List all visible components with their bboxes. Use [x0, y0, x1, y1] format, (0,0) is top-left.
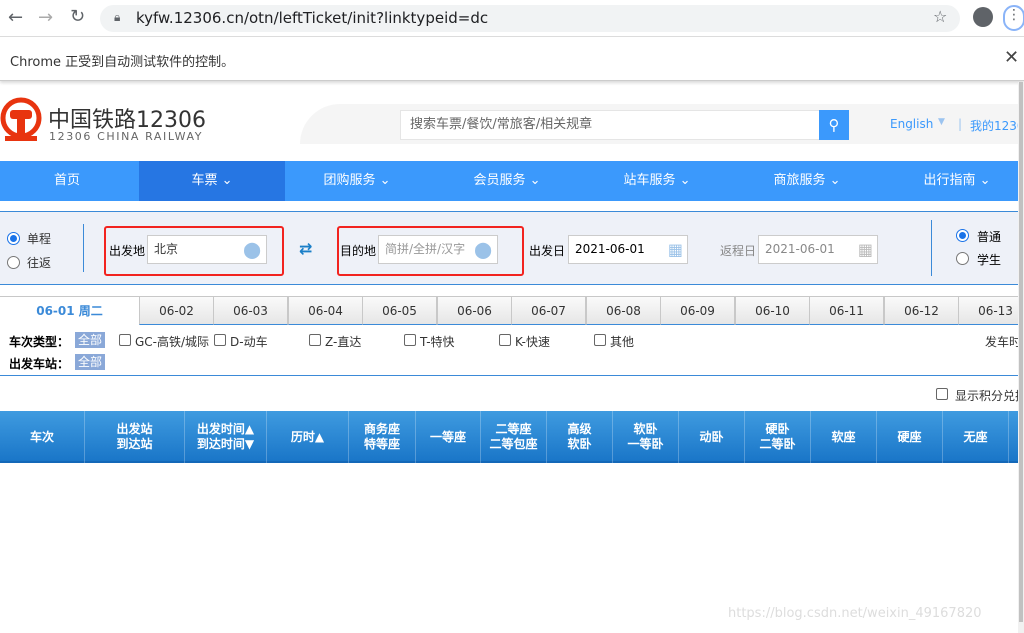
date-tab[interactable]: 06-01 周二 — [0, 296, 139, 325]
type-label-gc: GC-高铁/城际 — [135, 335, 210, 349]
forward-icon[interactable]: → — [38, 7, 53, 28]
results-table-header: 车次 出发站 到达站 出发时间▲ 到达时间▼ 历时▲ 商务座 特等座 一等座 二等座二… — [0, 411, 1024, 463]
type-label-k: K-快速 — [515, 335, 550, 349]
browser-toolbar: ← → ↻ 🔒︎ kyfw.12306.cn/otn/leftTicket/in… — [0, 0, 1024, 37]
col-duration[interactable]: 历时▲ — [267, 411, 349, 463]
col-first: 一等座 — [416, 411, 481, 463]
from-label: 出发地 — [109, 244, 146, 258]
type-label-z: Z-直达 — [325, 335, 362, 349]
automation-infobar: Chrome 正受到自动测试软件的控制。 ✕ — [0, 37, 1024, 81]
col-hard-seat: 硬座 — [877, 411, 943, 463]
swap-icon[interactable]: ⇄ — [299, 239, 312, 258]
lock-icon[interactable]: 🔒︎ — [114, 10, 120, 25]
search-button[interactable]: ⚲ — [819, 110, 849, 140]
type-checkbox[interactable] — [119, 334, 131, 346]
nav-station[interactable]: 站车服务 ⌄ — [584, 161, 730, 201]
date-tab[interactable]: 06-07 — [511, 296, 586, 325]
col-second: 二等座 二等包座 — [481, 411, 547, 463]
search-form: 单程 往返 出发地 北京 ⬤ ⇄ 目的地 简拼/全拼/汉字 ⬤ 出发日 2021-0… — [0, 211, 1024, 285]
logo-en: 12306 CHINA RAILWAY — [49, 130, 204, 143]
location-pin-icon: ⬤ — [474, 240, 492, 259]
show-points-label: 显示积分兑换 — [955, 389, 1024, 403]
col-emu-sleeper: 动卧 — [679, 411, 745, 463]
return-label: 返程日 — [720, 244, 757, 258]
to-label: 目的地 — [340, 244, 377, 258]
search-icon: ⚲ — [828, 116, 840, 134]
back-icon[interactable]: ← — [8, 7, 23, 28]
nav-tickets[interactable]: 车票 ⌄ — [139, 161, 285, 201]
site-search-input[interactable]: 搜索车票/餐饮/常旅客/相关规章 — [400, 110, 820, 140]
type-checkbox[interactable] — [499, 334, 511, 346]
separator: | — [958, 117, 963, 131]
oneway-label: 单程 — [27, 232, 52, 246]
col-train[interactable]: 车次 — [0, 411, 85, 463]
col-soft-seat: 软座 — [811, 411, 877, 463]
col-times[interactable]: 出发时间▲ 到达时间▼ — [185, 411, 267, 463]
nav-business[interactable]: 商旅服务 ⌄ — [734, 161, 880, 201]
profile-avatar[interactable] — [973, 7, 993, 27]
student-label: 学生 — [977, 253, 1002, 267]
type-checkbox[interactable] — [214, 334, 226, 346]
date-tab[interactable]: 06-11 — [809, 296, 884, 325]
date-tab[interactable]: 06-12 — [884, 296, 959, 325]
col-deluxe-sleeper: 高级 软卧 — [547, 411, 613, 463]
my12306-link[interactable]: 我的12306 — [970, 117, 1024, 134]
student-radio[interactable] — [956, 252, 969, 265]
date-tab[interactable]: 06-10 — [735, 296, 810, 325]
normal-radio[interactable] — [956, 229, 969, 242]
show-points-checkbox[interactable] — [936, 388, 948, 400]
type-checkbox[interactable] — [404, 334, 416, 346]
normal-label: 普通 — [977, 230, 1002, 244]
date-input[interactable]: 2021-06-01 ▦ — [568, 235, 688, 264]
close-icon[interactable]: ✕ — [1004, 47, 1019, 68]
station-label: 出发车站： — [9, 357, 70, 371]
type-label-d: D-动车 — [230, 335, 268, 349]
caret-down-icon: ▼ — [938, 117, 945, 127]
from-input[interactable]: 北京 ⬤ — [147, 235, 267, 264]
language-link[interactable]: English — [890, 117, 933, 131]
date-tab[interactable]: 06-08 — [586, 296, 661, 325]
date-tab[interactable]: 06-13 — [958, 296, 1024, 325]
date-tab[interactable]: 06-09 — [660, 296, 735, 325]
star-icon[interactable]: ☆ — [933, 7, 947, 26]
oneway-radio[interactable] — [7, 232, 20, 245]
url-text[interactable]: kyfw.12306.cn/otn/leftTicket/init?linkty… — [136, 9, 488, 27]
nav-member[interactable]: 会员服务 ⌄ — [434, 161, 580, 201]
date-tab[interactable]: 06-04 — [288, 296, 363, 325]
infobar-text: Chrome 正受到自动测试软件的控制。 — [10, 55, 235, 70]
roundtrip-radio[interactable] — [7, 256, 20, 269]
type-label: 车次类型： — [9, 335, 70, 349]
type-checkbox[interactable] — [309, 334, 321, 346]
return-input[interactable]: 2021-06-01 ▦ — [758, 235, 878, 264]
date-tab[interactable]: 06-06 — [437, 296, 512, 325]
type-label-other: 其他 — [610, 335, 635, 349]
main-nav: 首页 车票 ⌄ 团购服务 ⌄ 会员服务 ⌄ 站车服务 ⌄ 商旅服务 ⌄ 出行指南… — [0, 161, 1024, 201]
watermark: https://blog.csdn.net/weixin_49167820 — [728, 606, 982, 621]
col-stations[interactable]: 出发站 到达站 — [85, 411, 185, 463]
station-all-button[interactable]: 全部 — [75, 354, 106, 370]
col-no-seat: 无座 — [943, 411, 1009, 463]
type-checkbox[interactable] — [594, 334, 606, 346]
date-tab[interactable]: 06-03 — [213, 296, 288, 325]
scrollbar[interactable] — [1018, 82, 1024, 633]
nav-group[interactable]: 团购服务 ⌄ — [284, 161, 430, 201]
col-soft-sleeper: 软卧 一等卧 — [613, 411, 679, 463]
calendar-icon: ▦ — [857, 240, 873, 259]
to-input[interactable]: 简拼/全拼/汉字 ⬤ — [378, 235, 498, 264]
col-business: 商务座 特等座 — [349, 411, 416, 463]
location-pin-icon: ⬤ — [243, 240, 261, 259]
nav-guide[interactable]: 出行指南 ⌄ — [884, 161, 1024, 201]
roundtrip-label: 往返 — [27, 256, 52, 270]
nav-home[interactable]: 首页 — [0, 161, 140, 201]
date-tab[interactable]: 06-05 — [362, 296, 437, 325]
col-hard-sleeper: 硬卧 二等卧 — [745, 411, 811, 463]
type-label-t: T-特快 — [420, 335, 455, 349]
railway-logo-icon — [0, 97, 42, 141]
date-tab[interactable]: 06-02 — [139, 296, 214, 325]
date-label: 出发日 — [529, 244, 566, 258]
reload-icon[interactable]: ↻ — [70, 6, 85, 27]
type-all-button[interactable]: 全部 — [75, 332, 106, 348]
calendar-icon: ▦ — [667, 240, 683, 259]
menu-icon[interactable]: ⋮ — [1003, 5, 1024, 31]
